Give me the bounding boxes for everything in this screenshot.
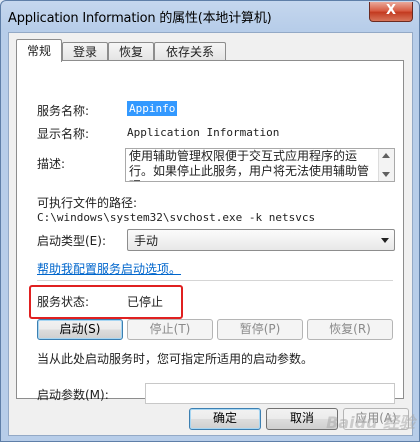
exe-path-label: 可执行文件的路径:	[37, 196, 138, 210]
description-textbox[interactable]: 使用辅助管理权限便于交互式应用程序的运行。如果停止此服务，用户将无法使用辅助管理	[125, 148, 395, 182]
startup-type-select[interactable]: 手动	[127, 229, 395, 251]
service-status-value: 已停止	[127, 295, 164, 309]
dialog-client: 常规 登录 恢复 依存关系 服务名称: Appinfo 显示名称: Applic…	[8, 32, 413, 436]
service-name-label: 服务名称:	[37, 104, 90, 118]
service-name-value[interactable]: Appinfo	[127, 101, 178, 116]
help-configure-link[interactable]: 帮助我配置服务启动选项。	[37, 260, 181, 277]
description-scrollbar[interactable]	[378, 149, 394, 181]
tab-recovery[interactable]: 恢复	[108, 42, 154, 61]
baidu-watermark: Baidu 经验	[326, 413, 415, 432]
start-params-label: 启动参数(M):	[37, 388, 109, 402]
scroll-down-icon[interactable]	[382, 172, 390, 177]
startup-type-label: 启动类型(E):	[37, 234, 106, 248]
service-status-label: 服务状态:	[37, 295, 90, 309]
tab-general[interactable]: 常规	[16, 39, 62, 62]
ok-button[interactable]: 确定	[189, 408, 261, 430]
scroll-up-icon[interactable]	[382, 153, 390, 158]
start-params-input[interactable]	[145, 383, 395, 404]
pause-button[interactable]: 暂停(P)	[217, 319, 303, 340]
description-label: 描述:	[37, 157, 66, 171]
properties-window: Application Information 的属性(本地计算机) X 常规 …	[0, 0, 420, 442]
start-params-hint: 当从此处启动服务时，您可指定所适用的启动参数。	[37, 352, 314, 366]
separator	[37, 280, 393, 281]
close-button[interactable]: X	[369, 2, 413, 22]
resume-button[interactable]: 恢复(R)	[307, 319, 393, 340]
display-name-value[interactable]: Application Information	[127, 126, 279, 139]
startup-type-value: 手动	[134, 234, 159, 248]
title-bar[interactable]: Application Information 的属性(本地计算机) X	[1, 1, 419, 31]
close-icon: X	[385, 3, 397, 18]
tab-dependencies[interactable]: 依存关系	[154, 42, 226, 61]
tab-logon[interactable]: 登录	[62, 42, 108, 61]
stop-button[interactable]: 停止(T)	[127, 319, 213, 340]
chevron-down-icon	[381, 238, 389, 243]
window-title: Application Information 的属性(本地计算机)	[8, 11, 272, 26]
display-name-label: 显示名称:	[37, 127, 90, 141]
exe-path-value[interactable]: C:\windows\system32\svchost.exe -k netsv…	[37, 211, 315, 224]
start-button[interactable]: 启动(S)	[37, 319, 123, 340]
general-panel: 服务名称: Appinfo 显示名称: Application Informat…	[16, 60, 404, 404]
description-text: 使用辅助管理权限便于交互式应用程序的运行。如果停止此服务，用户将无法使用辅助管理	[129, 149, 370, 181]
